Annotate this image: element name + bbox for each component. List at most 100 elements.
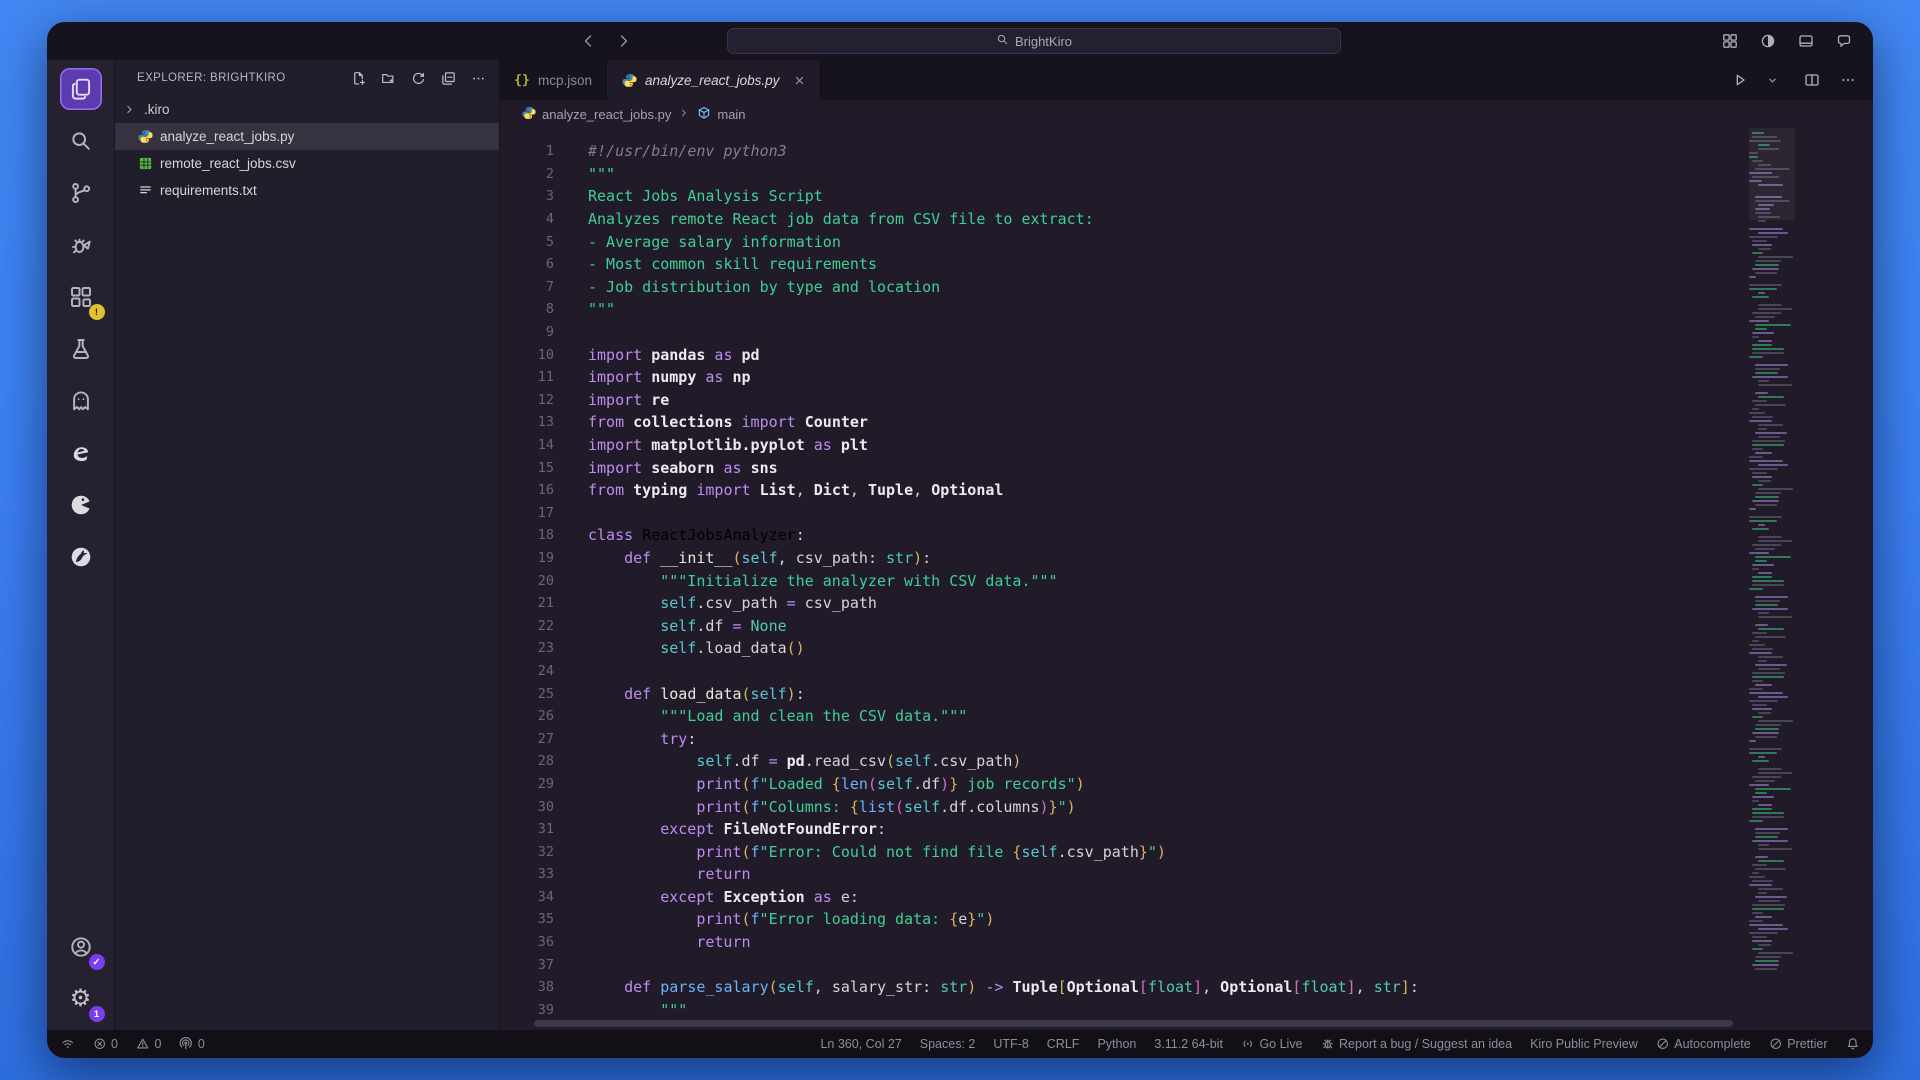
split-editor-icon[interactable] (1801, 69, 1823, 91)
toggle-secondary-sidebar-icon[interactable] (1757, 30, 1779, 52)
collapse-folders-icon[interactable] (437, 67, 459, 89)
token: #!/usr/bin/env python3 (588, 142, 787, 160)
token: .load_data (696, 639, 786, 657)
minimap-line (1755, 604, 1778, 606)
chevron-right-icon (678, 107, 690, 122)
minimap-line (1755, 828, 1788, 830)
line-text: self.load_data() (588, 639, 805, 657)
line-number: 31 (500, 821, 580, 837)
new-folder-icon[interactable] (377, 67, 399, 89)
accounts-icon[interactable]: ✓ (60, 926, 102, 968)
file-tree: .kiro analyze_react_jobs.py remote_react_j… (115, 96, 499, 1030)
line-number: 34 (500, 889, 580, 905)
token: collections (633, 413, 732, 431)
ports-forwarded[interactable]: 0 (179, 1037, 204, 1051)
warnings-count[interactable]: 0 (136, 1037, 161, 1051)
code-lines[interactable]: 1#!/usr/bin/env python32"""3React Jobs A… (500, 140, 1743, 1021)
token: "Columns: (760, 798, 850, 816)
language-mode[interactable]: Python (1097, 1037, 1136, 1051)
toggle-panel-icon[interactable] (1795, 30, 1817, 52)
encoding[interactable]: UTF-8 (993, 1037, 1028, 1051)
line-number: 39 (500, 1002, 580, 1018)
eol-sequence[interactable]: CRLF (1047, 1037, 1080, 1051)
customize-layout-icon[interactable] (1719, 30, 1741, 52)
main-area: !✓⚙1 EXPLORER: BRIGHTKIRO .kiroanalyze_r… (47, 60, 1873, 1030)
command-center-search[interactable]: BrightKiro (727, 28, 1341, 54)
extensions-activity-icon[interactable]: ! (60, 276, 102, 318)
token: { (949, 910, 958, 928)
line-number: 38 (500, 979, 580, 995)
run-python-file-icon[interactable] (1729, 69, 1751, 91)
rabbit-extension-activity-icon[interactable] (60, 536, 102, 578)
file-name-label: analyze_react_jobs.py (160, 129, 294, 144)
ports-icon (179, 1037, 193, 1051)
token: Dict (814, 481, 850, 499)
bug-icon (1321, 1037, 1335, 1051)
prettier-toggle-label: Prettier (1787, 1037, 1827, 1051)
file-tree-item-analyze-react-jobs-py[interactable]: analyze_react_jobs.py (115, 123, 499, 150)
ports-forwarded-label: 0 (198, 1037, 205, 1051)
e-extension-activity-icon[interactable] (60, 432, 102, 474)
kiro-public-preview[interactable]: Kiro Public Preview (1530, 1037, 1638, 1051)
breadcrumb-file[interactable]: analyze_react_jobs.py (522, 106, 671, 123)
python-file-icon (522, 106, 536, 123)
minimap-line (1758, 428, 1767, 430)
minimap-line (1752, 376, 1788, 378)
horizontal-scrollbar[interactable] (534, 1020, 1733, 1027)
file-tree-item-remote-react-jobs-csv[interactable]: remote_react_jobs.csv (115, 150, 499, 177)
language-mode-label: Python (1097, 1037, 1136, 1051)
file-tree-item-requirements-txt[interactable]: requirements.txt (115, 177, 499, 204)
notifications-bell[interactable] (1846, 1037, 1860, 1051)
tab-analyze-react-jobs-py[interactable]: analyze_react_jobs.py (607, 60, 821, 100)
token: parse_salary (660, 978, 768, 996)
chat-icon[interactable] (1833, 30, 1855, 52)
minimap-line (1752, 608, 1788, 610)
breadcrumb-symbol[interactable]: main (697, 106, 745, 123)
app-window: BrightKiro !✓⚙1 EXPLORER: BRIGHTKIRO .ki… (47, 22, 1873, 1058)
code-line-6: 6- Most common skill requirements (500, 253, 1743, 276)
explorer-activity-icon[interactable] (60, 68, 102, 110)
forward-arrow-icon[interactable] (613, 30, 635, 52)
kiro-ghost-activity-icon[interactable] (60, 380, 102, 422)
line-number: 33 (500, 866, 580, 882)
prettier-toggle[interactable]: Prettier (1769, 1037, 1828, 1051)
pacman-extension-activity-icon[interactable] (60, 484, 102, 526)
minimap-line (1758, 536, 1782, 538)
token: ( (742, 685, 751, 703)
token: React Jobs Analysis Script (588, 187, 823, 205)
source-control-activity-icon[interactable] (60, 172, 102, 214)
minimap-line (1755, 664, 1787, 666)
back-arrow-icon[interactable] (577, 30, 599, 52)
token: : (796, 526, 805, 544)
minimap[interactable] (1749, 128, 1795, 1030)
minimap-line (1752, 648, 1773, 650)
search-activity-icon[interactable] (60, 120, 102, 162)
token: ( (868, 775, 877, 793)
run-dropdown-icon[interactable] (1765, 69, 1787, 91)
breadcrumb-file-label: analyze_react_jobs.py (542, 107, 671, 122)
settings-gear-icon[interactable]: ⚙1 (60, 978, 102, 1020)
code-line-18: 18class ReactJobsAnalyzer: (500, 524, 1743, 547)
indentation[interactable]: Spaces: 2 (920, 1037, 976, 1051)
go-live[interactable]: Go Live (1241, 1037, 1303, 1051)
errors-count[interactable]: 0 (93, 1037, 118, 1051)
minimap-line (1749, 228, 1783, 230)
cursor-position[interactable]: Ln 360, Col 27 (820, 1037, 901, 1051)
close-tab-icon[interactable] (793, 74, 806, 87)
python-interpreter[interactable]: 3.11.2 64-bit (1154, 1037, 1223, 1051)
run-debug-activity-icon[interactable] (60, 224, 102, 266)
file-tree-item--kiro[interactable]: .kiro (115, 96, 499, 123)
new-file-icon[interactable] (347, 67, 369, 89)
refresh-explorer-icon[interactable] (407, 67, 429, 89)
tab-mcp-json[interactable]: {}mcp.json (500, 60, 607, 100)
line-text: try: (588, 730, 696, 748)
indentation-label: Spaces: 2 (920, 1037, 976, 1051)
more-actions-icon[interactable] (467, 67, 489, 89)
remote-indicator[interactable] (61, 1037, 75, 1051)
history-nav (577, 30, 635, 52)
editor-more-actions-icon[interactable] (1837, 69, 1859, 91)
autocomplete-toggle[interactable]: Autocomplete (1656, 1037, 1751, 1051)
report-bug[interactable]: Report a bug / Suggest an idea (1321, 1037, 1513, 1051)
testing-activity-icon[interactable] (60, 328, 102, 370)
token: Optional (931, 481, 1003, 499)
